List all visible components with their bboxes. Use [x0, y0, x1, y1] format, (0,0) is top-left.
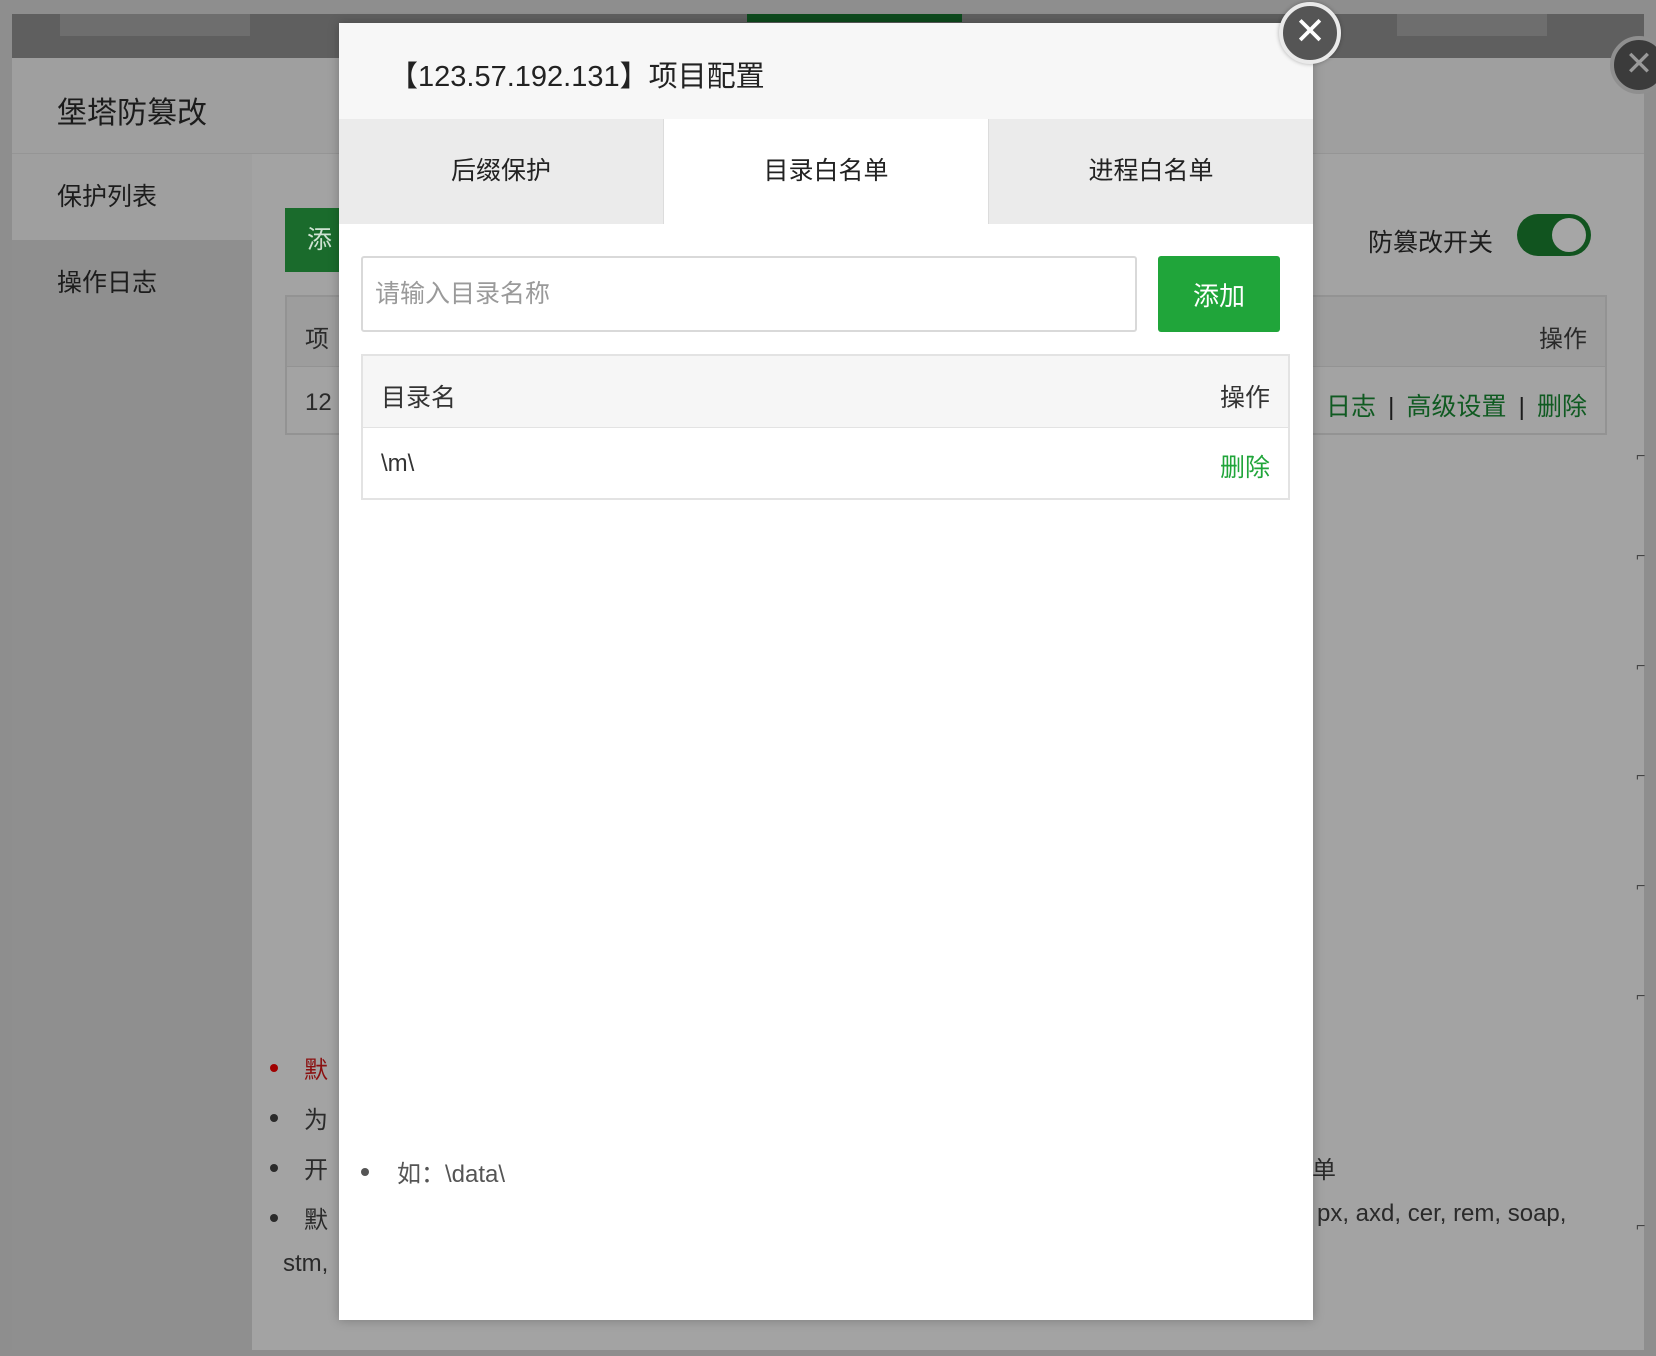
background-row-cell: 12: [305, 389, 332, 416]
note-5: stm,: [283, 1250, 329, 1277]
advanced-settings-link[interactable]: 高级设置: [1406, 393, 1506, 421]
edge-glyph: ⌐: [1636, 878, 1646, 895]
table-header: 目录名 操作: [363, 356, 1288, 428]
add-directory-button[interactable]: 添加: [1158, 256, 1280, 332]
note-3-end: 单: [1312, 1157, 1336, 1184]
note-bullet: [270, 1164, 278, 1172]
note-1: 默: [304, 1057, 328, 1084]
directory-name-input[interactable]: [361, 256, 1137, 332]
note-bullet: [270, 1214, 278, 1222]
note-bullet: [270, 1064, 278, 1072]
modal-tabs: 后缀保护 目录白名单 进程白名单: [339, 119, 1313, 225]
hint-text: 如：\data\: [397, 1161, 506, 1188]
modal-close-icon[interactable]: ✕: [1279, 2, 1341, 64]
top-strip-segment: [1397, 14, 1547, 36]
tamper-switch-label: 防篡改开关: [1368, 229, 1494, 257]
note-2: 为: [304, 1107, 328, 1134]
tamper-switch-toggle[interactable]: [1517, 214, 1591, 256]
directory-whitelist-table: 目录名 操作 \m\ 删除: [361, 354, 1290, 500]
tab-process-whitelist[interactable]: 进程白名单: [989, 119, 1313, 224]
delete-link[interactable]: 删除: [1537, 393, 1587, 421]
delete-directory-link[interactable]: 删除: [1220, 448, 1270, 484]
note-4-end: px, axd, cer, rem, soap,: [1317, 1200, 1567, 1227]
link-separator: |: [1518, 393, 1525, 421]
edge-glyph: ⌐: [1636, 1218, 1646, 1235]
background-op-header: 操作: [1539, 326, 1587, 353]
hint-bullet: [361, 1168, 369, 1176]
tab-suffix-protection[interactable]: 后缀保护: [339, 119, 663, 224]
edge-glyph: ⌐: [1636, 768, 1646, 785]
sidebar-item-operation-log[interactable]: 操作日志: [12, 240, 252, 326]
link-separator: |: [1387, 393, 1395, 421]
edge-glyph: ⌐: [1636, 548, 1646, 565]
plugin-title: 堡塔防篡改: [57, 97, 207, 130]
column-header-operation: 操作: [1219, 384, 1270, 412]
edge-glyph: ⌐: [1636, 988, 1646, 1005]
sidebar-item-protect-list[interactable]: 保护列表: [12, 154, 252, 240]
directory-name-cell: \m\: [381, 450, 415, 477]
top-strip-segment: [60, 14, 250, 36]
project-config-modal: 【123.57.192.131】项目配置 后缀保护 目录白名单 进程白名单 添加…: [339, 23, 1313, 1320]
modal-title: 【123.57.192.131】项目配置: [389, 61, 765, 93]
background-sidebar: 保护列表 操作日志: [12, 154, 252, 1350]
edge-glyph: ⌐: [1636, 658, 1646, 675]
note-bullet: [270, 1114, 278, 1122]
top-strip-accent: [747, 14, 962, 22]
note-4: 默: [304, 1207, 328, 1234]
toggle-knob: [1552, 218, 1586, 252]
column-header-directory-name: 目录名: [381, 384, 457, 412]
log-link[interactable]: 日志: [1326, 393, 1376, 421]
table-row: \m\ 删除: [363, 428, 1288, 500]
background-row-actions: 日志 | 高级设置 | 删除: [1326, 387, 1587, 423]
tab-directory-whitelist[interactable]: 目录白名单: [664, 119, 988, 225]
modal-title-bar: 【123.57.192.131】项目配置: [339, 23, 1313, 119]
note-3: 开: [304, 1157, 328, 1184]
background-column-header: 项: [305, 326, 329, 353]
edge-glyph: ⌐: [1636, 448, 1646, 465]
